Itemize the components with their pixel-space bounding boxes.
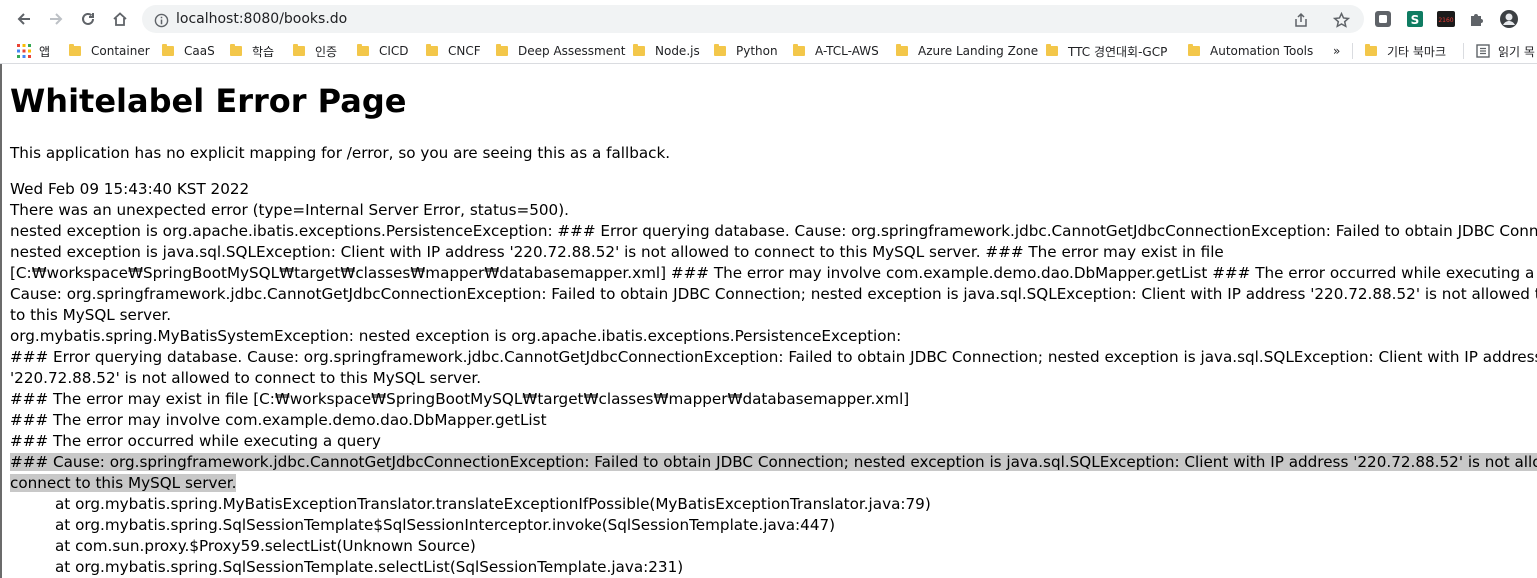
error-details: Wed Feb 09 15:43:40 KST 2022 There was a… [10, 179, 1537, 578]
folder-icon [293, 44, 305, 56]
folder-icon [793, 44, 805, 56]
error-line: nested exception is org.apache.ibatis.ex… [10, 222, 1537, 240]
folder-icon [162, 44, 174, 56]
stacktrace-line: ### The error may involve com.example.de… [10, 411, 547, 429]
reload-icon [82, 12, 94, 25]
arrow-left-icon [17, 13, 30, 25]
bookmark-folder-a-tcl-aws[interactable]: A-TCL-AWS [793, 42, 879, 60]
stacktrace-line: org.mybatis.spring.MyBatisSystemExceptio… [10, 327, 902, 345]
extensions-puzzle-icon[interactable] [1467, 9, 1487, 29]
bookmark-folder-other[interactable]: 기타 북마크 [1365, 42, 1446, 60]
svg-text:S: S [1411, 13, 1420, 27]
stacktrace-frame: at org.mybatis.spring.SqlSessionTemplate… [55, 516, 836, 534]
stacktrace-line: ### Error querying database. Cause: org.… [10, 348, 1537, 366]
bookmark-label: 읽기 목 [1498, 44, 1535, 59]
address-bar[interactable]: localhost:8080/books.do [142, 5, 1364, 33]
reload-button[interactable] [76, 7, 100, 31]
error-line: to this MySQL server. [10, 306, 172, 324]
bookmarks-overflow-button[interactable]: » [1333, 42, 1340, 60]
site-info-icon[interactable] [152, 11, 170, 29]
bookmark-label: Container [91, 44, 150, 58]
apps-grid-icon [17, 44, 31, 58]
stacktrace-frame: at org.mybatis.spring.SqlSessionTemplate… [55, 558, 684, 576]
folder-icon [714, 44, 726, 56]
bookmark-folder-automation-tools[interactable]: Automation Tools [1188, 42, 1313, 60]
reading-list-icon [1476, 44, 1490, 58]
bookmark-label: Node.js [655, 44, 700, 58]
bookmark-folder-cncf[interactable]: CNCF [426, 42, 481, 60]
error-line: [C:₩workspace₩SpringBootMySQL₩target₩cla… [10, 264, 1537, 282]
arrow-right-icon [50, 13, 63, 25]
bookmark-folder-container[interactable]: Container [69, 42, 150, 60]
bookmark-folder-cicd[interactable]: CICD [357, 42, 409, 60]
folder-icon [1188, 44, 1200, 56]
stacktrace-line: ### The error may exist in file [C:₩work… [10, 390, 910, 408]
stacktrace-line: ### The error occurred while executing a… [10, 432, 381, 450]
bookmark-folder-deep-assessment[interactable]: Deep Assessment [496, 42, 625, 60]
folder-icon [1046, 44, 1058, 56]
bookmark-star-icon[interactable] [1332, 11, 1350, 29]
forward-button[interactable] [44, 7, 68, 31]
bookmark-label: CNCF [448, 44, 481, 58]
bookmarks-divider [1352, 43, 1353, 59]
bookmark-label: CaaS [184, 44, 215, 58]
stacktrace-line: '220.72.88.52' is not allowed to connect… [10, 369, 482, 387]
stacktrace-frame: at com.sun.proxy.$Proxy59.selectList(Unk… [55, 537, 476, 555]
bookmark-label: A-TCL-AWS [815, 44, 879, 58]
bookmark-label: Deep Assessment [518, 44, 626, 58]
folder-icon [1365, 44, 1377, 56]
back-button[interactable] [12, 7, 36, 31]
page-title: Whitelabel Error Page [10, 82, 407, 120]
bookmark-folder-python[interactable]: Python [714, 42, 778, 60]
error-summary: There was an unexpected error (type=Inte… [10, 201, 569, 219]
stacktrace-frame: at org.mybatis.spring.MyBatisExceptionTr… [55, 495, 931, 513]
bookmark-folder-study[interactable]: 학습 [230, 42, 274, 60]
folder-icon [633, 44, 645, 56]
bookmark-label: 학습 [252, 44, 275, 59]
bookmarks-bar: 앱 Container CaaS 학습 인증 CICD CNCF Deep As… [0, 38, 1537, 64]
folder-icon [896, 44, 908, 56]
home-button[interactable] [108, 7, 132, 31]
bookmark-apps[interactable]: 앱 [17, 42, 50, 60]
extension-badge-text: 2160 [1438, 17, 1453, 24]
selected-text: ### Cause: org.springframework.jdbc.Cann… [10, 453, 1537, 471]
bookmark-label: CICD [379, 44, 409, 58]
extension-square-icon[interactable] [1373, 9, 1393, 29]
error-line: Cause: org.springframework.jdbc.CannotGe… [10, 285, 1537, 303]
folder-icon [357, 44, 369, 56]
bookmark-folder-caas[interactable]: CaaS [162, 42, 215, 60]
bookmarks-divider [1463, 43, 1464, 59]
url-text: localhost:8080/books.do [176, 11, 348, 27]
extension-s-icon[interactable]: S [1405, 9, 1425, 29]
timestamp: Wed Feb 09 15:43:40 KST 2022 [10, 180, 250, 198]
reading-list-button[interactable]: 읽기 목 [1476, 42, 1535, 60]
bookmark-label: TTC 경연대회-GCP [1068, 44, 1168, 59]
bookmark-folder-nodejs[interactable]: Node.js [633, 42, 700, 60]
bookmark-label: 기타 북마크 [1387, 44, 1447, 59]
chevron-double-right-icon: » [1333, 44, 1341, 58]
extension-badge-icon[interactable]: 2160 [1436, 9, 1456, 29]
folder-icon [426, 44, 438, 56]
highlighted-selection: ### Cause: org.springframework.jdbc.Cann… [10, 452, 1537, 494]
bookmark-label: Azure Landing Zone [918, 44, 1039, 58]
profile-avatar-icon[interactable] [1499, 9, 1519, 29]
share-icon[interactable] [1292, 11, 1310, 29]
bookmark-label: Automation Tools [1210, 44, 1314, 58]
bookmark-folder-auth[interactable]: 인증 [293, 42, 337, 60]
bookmark-folder-ttc-gcp[interactable]: TTC 경연대회-GCP [1046, 42, 1167, 60]
selected-text: connect to this MySQL server. [10, 474, 237, 492]
error-line: nested exception is java.sql.SQLExceptio… [10, 243, 1224, 261]
page-content: Whitelabel Error Page This application h… [0, 64, 1537, 578]
folder-icon [496, 44, 508, 56]
home-icon [113, 12, 127, 26]
folder-icon [69, 44, 81, 56]
bookmark-label: 인증 [315, 44, 338, 59]
folder-icon [230, 44, 242, 56]
bookmark-folder-azure-landing-zone[interactable]: Azure Landing Zone [896, 42, 1038, 60]
bookmark-label: Python [736, 44, 778, 58]
intro-text: This application has no explicit mapping… [10, 144, 671, 162]
browser-toolbar: localhost:8080/books.do S 2160 [0, 0, 1537, 38]
bookmark-label: 앱 [39, 44, 51, 59]
